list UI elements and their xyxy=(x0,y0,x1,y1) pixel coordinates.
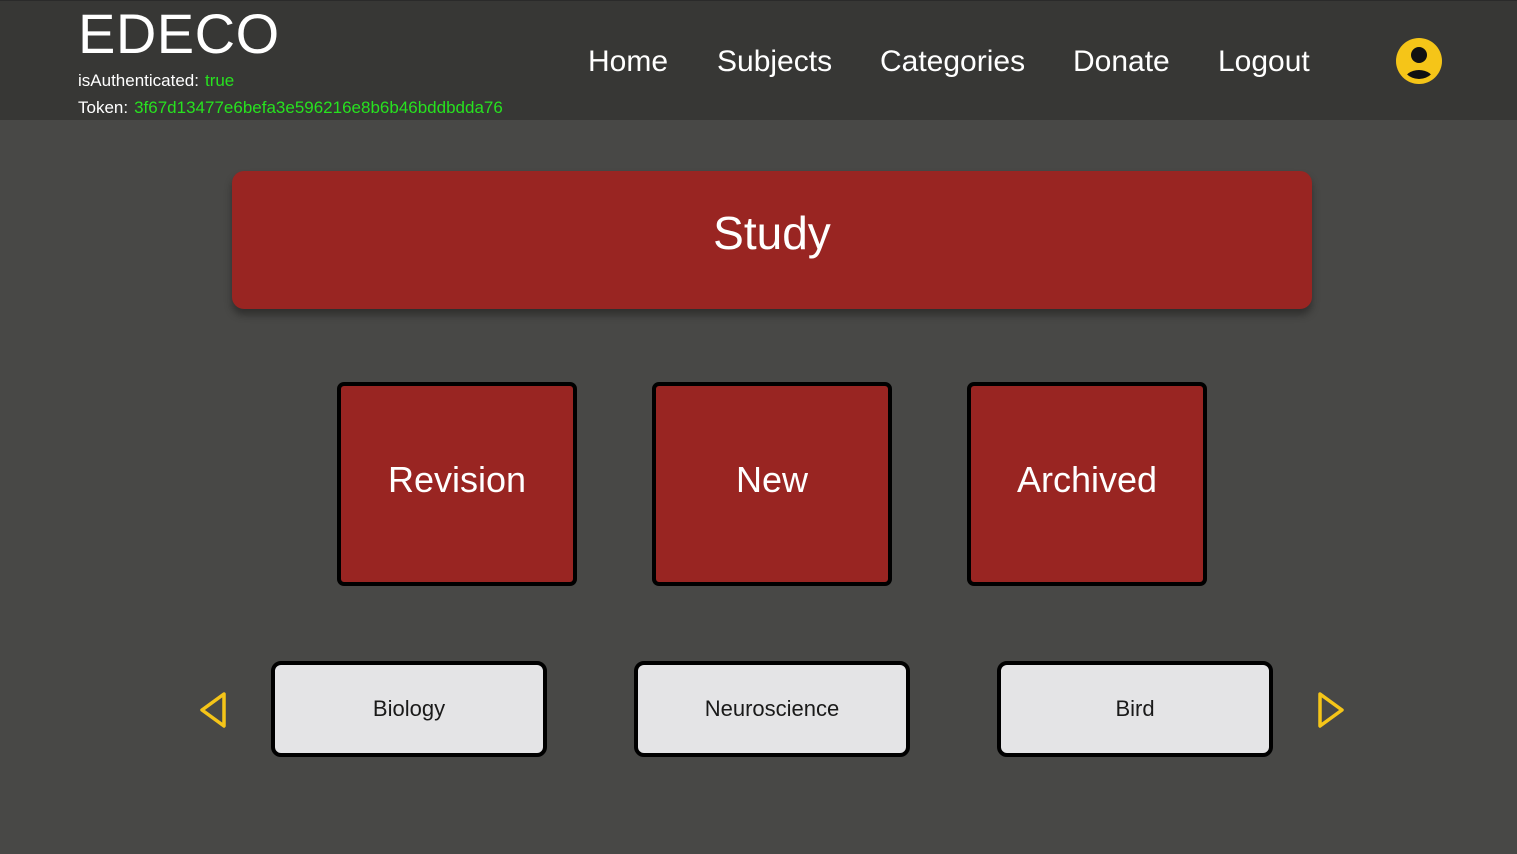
nav-home[interactable]: Home xyxy=(588,43,668,81)
auth-token-value: 3f67d13477e6befa3e596216e8b6b46bddbdda76 xyxy=(134,98,503,117)
brand-logo[interactable]: EDECO xyxy=(78,3,280,65)
auth-status-value: true xyxy=(204,71,235,90)
auth-token: Token: 3f67d13477e6befa3e596216e8b6b46bdd… xyxy=(78,98,503,118)
nav-logout[interactable]: Logout xyxy=(1218,43,1310,81)
user-circle-icon[interactable] xyxy=(1395,37,1443,85)
new-card[interactable]: New xyxy=(652,382,892,586)
auth-status: isAuthenticated: true xyxy=(78,71,234,91)
triangle-left-icon[interactable] xyxy=(198,690,230,730)
subject-card-biology[interactable]: Biology xyxy=(271,661,547,757)
archived-card[interactable]: Archived xyxy=(967,382,1207,586)
top-header: EDECO isAuthenticated: true Token: 3f67d13… xyxy=(0,0,1517,120)
nav-categories[interactable]: Categories xyxy=(880,43,1025,81)
triangle-right-icon[interactable] xyxy=(1314,690,1346,730)
study-banner[interactable]: Study xyxy=(232,171,1312,309)
revision-card[interactable]: Revision xyxy=(337,382,577,586)
nav-donate[interactable]: Donate xyxy=(1073,43,1170,81)
subject-card-bird[interactable]: Bird xyxy=(997,661,1273,757)
subject-card-neuroscience[interactable]: Neuroscience xyxy=(634,661,910,757)
auth-status-label: isAuthenticated: xyxy=(78,71,199,90)
nav-subjects[interactable]: Subjects xyxy=(717,43,832,81)
auth-token-label: Token: xyxy=(78,98,129,117)
